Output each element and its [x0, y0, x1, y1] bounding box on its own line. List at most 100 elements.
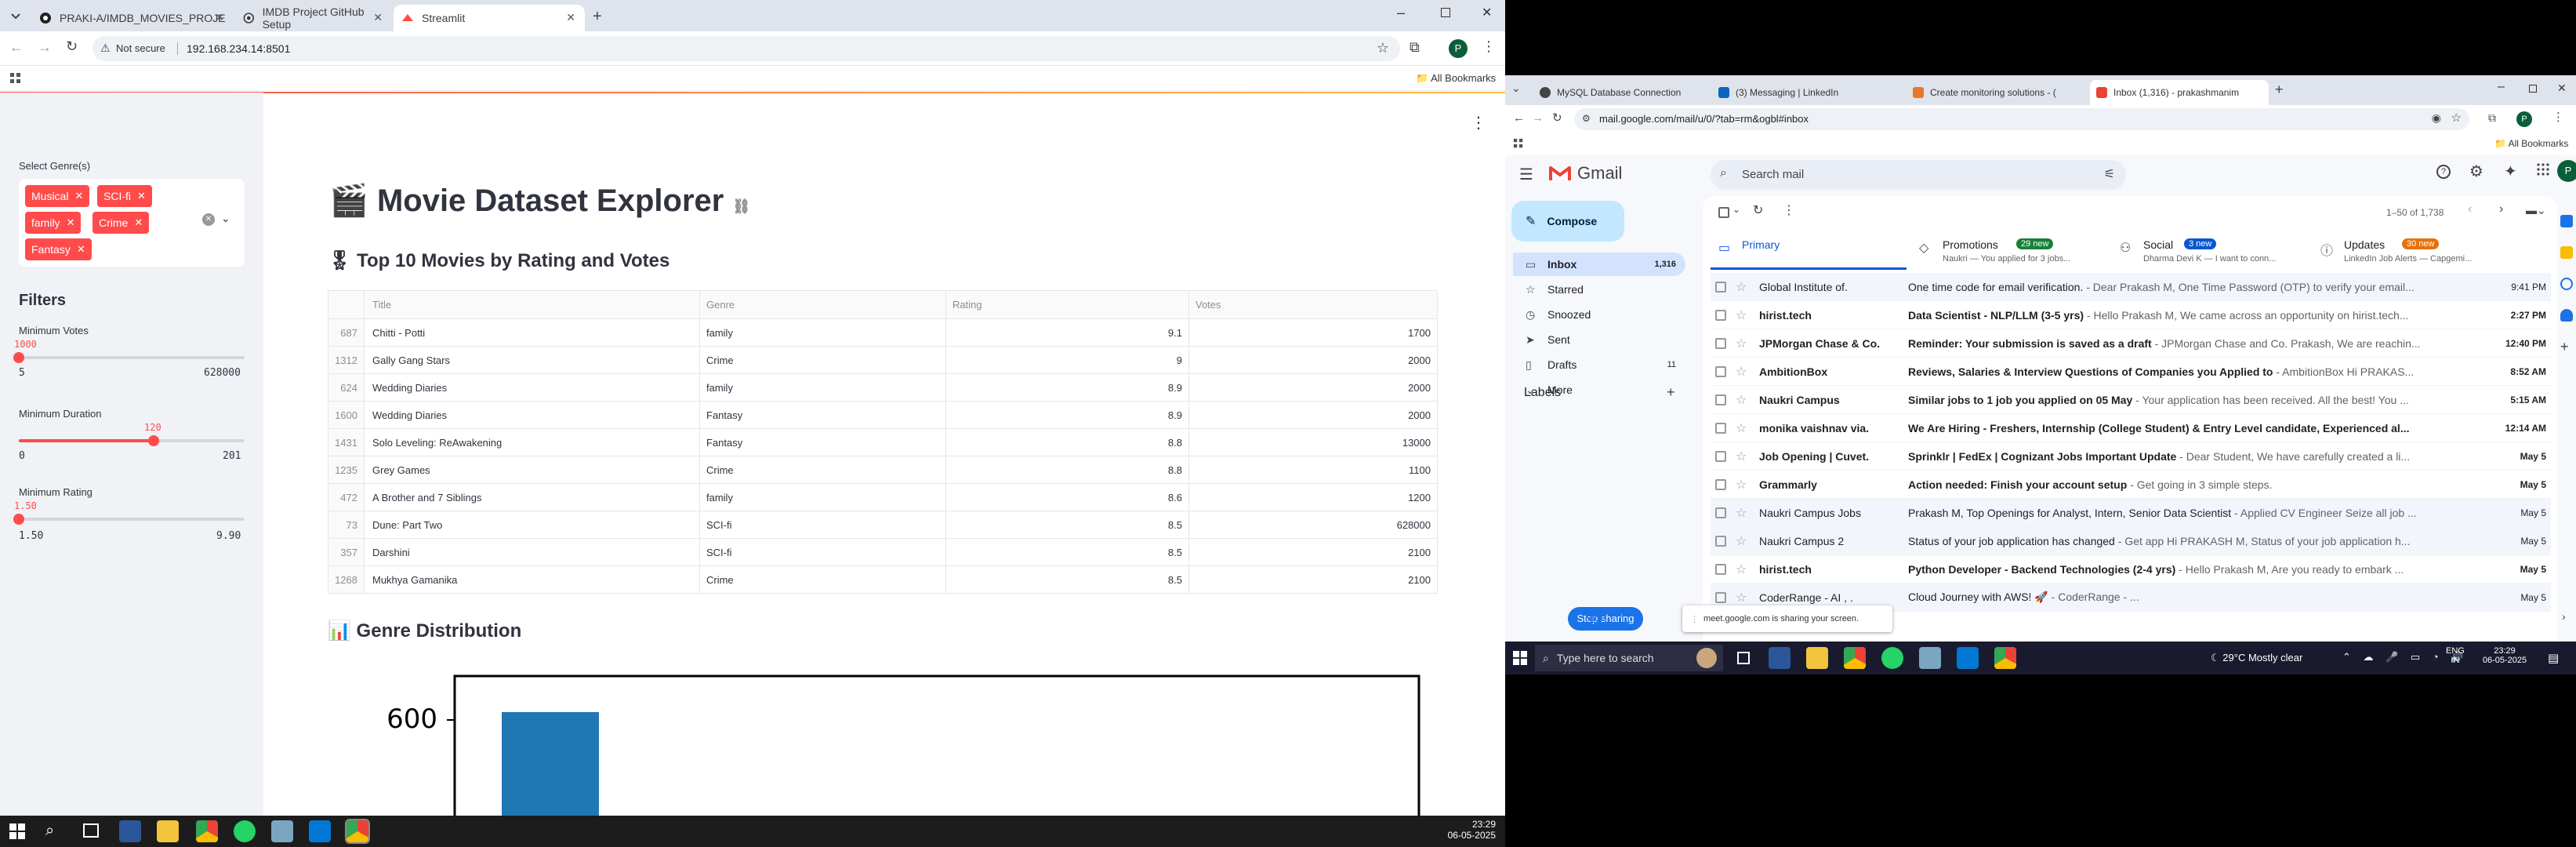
nav-snoozed[interactable]: ◷ Snoozed: [1513, 303, 1685, 326]
compose-button[interactable]: ✎ Compose: [1511, 201, 1624, 242]
genre-chip[interactable]: Fantasy ✕: [25, 238, 92, 260]
category-tab-social[interactable]: ⚇ Social 3 new Dharma Devi K — I want to co…: [2112, 234, 2308, 270]
star-icon[interactable]: ☆: [1736, 562, 1751, 577]
search-icon[interactable]: ⌕: [45, 822, 54, 840]
add-addon-icon[interactable]: +: [2560, 339, 2569, 355]
forward-icon[interactable]: →: [38, 39, 52, 56]
close-window-icon[interactable]: ✕: [2557, 82, 2567, 95]
clock[interactable]: 23:29 06-05-2025: [1417, 819, 1496, 841]
remove-chip-icon[interactable]: ✕: [137, 190, 146, 202]
email-row[interactable]: ☆ Grammarly Action needed: Finish your acc…: [1711, 471, 2551, 499]
email-checkbox[interactable]: [1715, 478, 1726, 490]
taskbar-search[interactable]: ⌕ Type here to search: [1535, 645, 1723, 671]
close-tab-icon[interactable]: ✕: [215, 11, 224, 24]
whatsapp-icon[interactable]: [1881, 647, 1903, 669]
contacts-icon[interactable]: [2560, 309, 2573, 322]
table-row[interactable]: 1312 Gally Gang Stars Crime 9 2000: [328, 346, 1437, 373]
menu-icon[interactable]: ⋮: [1482, 38, 1496, 55]
genre-chip[interactable]: family ✕: [25, 212, 82, 234]
app-menu-icon[interactable]: ⋮: [1471, 113, 1486, 133]
category-tab-primary[interactable]: ▭ Primary: [1711, 234, 1907, 270]
apps-icon[interactable]: [9, 72, 22, 85]
apps-icon[interactable]: [1513, 138, 1524, 149]
refresh-icon[interactable]: ↻: [1753, 202, 1763, 218]
minimize-icon[interactable]: –: [2498, 80, 2505, 94]
tab-search-icon[interactable]: ⌄: [1511, 82, 1521, 95]
gmail-logo[interactable]: Gmail: [1549, 163, 1622, 184]
help-icon[interactable]: ?: [2436, 165, 2451, 179]
menu-icon[interactable]: ⋮: [2552, 110, 2564, 124]
email-checkbox[interactable]: [1715, 365, 1726, 377]
browser-tab-active[interactable]: Inbox (1,316) - prakashmanim: [2090, 80, 2269, 105]
url-field[interactable]: ⚙ mail.google.com/mail/u/0/?tab=rm&ogbl#…: [1574, 108, 2469, 130]
table-row[interactable]: 357 Darshini SCI-fi 8.5 2100: [328, 538, 1437, 565]
email-row[interactable]: ☆ monika vaishnav via. We Are Hiring - Fre…: [1711, 414, 2551, 442]
email-checkbox[interactable]: [1715, 591, 1726, 603]
col-header[interactable]: Rating: [946, 291, 1189, 318]
chrome-active-icon[interactable]: [1994, 647, 2016, 669]
browser-tab[interactable]: Create monitoring solutions - (: [1907, 80, 2088, 105]
email-row[interactable]: ☆ AmbitionBox Reviews, Salaries & Intervie…: [1711, 358, 2551, 386]
genre-multiselect[interactable]: Musical ✕ SCI-fi ✕ family ✕ Crime ✕ Fantasy ✕…: [19, 179, 245, 267]
remove-chip-icon[interactable]: ✕: [67, 216, 75, 229]
account-avatar[interactable]: P: [2557, 160, 2576, 182]
new-tab-icon[interactable]: +: [2275, 82, 2284, 98]
share-handle-icon[interactable]: ⋮: [1690, 614, 1699, 624]
email-row[interactable]: ☆ Naukri Campus Jobs Prakash M, Top Openin…: [1711, 499, 2551, 527]
star-icon[interactable]: ☆: [1736, 590, 1751, 605]
reload-icon[interactable]: ↻: [1552, 111, 1562, 125]
profile-avatar[interactable]: P: [1449, 39, 1468, 58]
site-settings-icon[interactable]: ⚙: [1582, 113, 1591, 124]
browser-tab[interactable]: IMDB Project GitHub Setup ✕: [235, 5, 392, 31]
extensions-icon[interactable]: ⧉: [1410, 39, 1420, 56]
new-tab-icon[interactable]: +: [593, 8, 602, 26]
windows-start-icon[interactable]: [9, 823, 25, 839]
star-icon[interactable]: ☆: [1736, 420, 1751, 436]
tasks-icon[interactable]: [2560, 278, 2573, 290]
language[interactable]: ENG IN: [2446, 646, 2465, 665]
notifications-icon[interactable]: ▤: [2548, 651, 2559, 665]
app-icon[interactable]: [119, 820, 141, 842]
star-icon[interactable]: ☆: [1736, 364, 1751, 380]
calendar-icon[interactable]: [2560, 215, 2573, 227]
slider-thumb[interactable]: [148, 435, 159, 446]
link-icon[interactable]: ⛓: [732, 198, 750, 214]
email-row[interactable]: ☆ Job Opening | Cuvet. Sprinklr | FedEx | …: [1711, 442, 2551, 471]
nav-inbox[interactable]: ▭ Inbox 1,316: [1513, 253, 1685, 276]
slider-thumb[interactable]: [13, 514, 24, 525]
app-icon[interactable]: [1769, 647, 1791, 669]
browser-tab[interactable]: MySQL Database Connection: [1533, 80, 1711, 105]
task-view-icon[interactable]: [83, 823, 99, 838]
nav-drafts[interactable]: ▯ Drafts 11: [1513, 353, 1685, 376]
chevron-down-icon[interactable]: ⌄: [1732, 204, 1740, 215]
email-checkbox[interactable]: [1715, 535, 1726, 547]
back-icon[interactable]: ←: [9, 39, 24, 56]
min-rating-slider[interactable]: [13, 514, 245, 525]
email-checkbox[interactable]: [1715, 394, 1726, 405]
weather[interactable]: ☾ 29°C Mostly clear: [2211, 652, 2302, 664]
close-tab-icon[interactable]: ✕: [566, 11, 575, 24]
vscode-icon[interactable]: [309, 820, 331, 842]
restore-icon[interactable]: [2529, 85, 2537, 93]
email-row[interactable]: ☆ Naukri Campus 2 Status of your job appli…: [1711, 527, 2551, 555]
clear-all-icon[interactable]: ✕: [202, 213, 215, 226]
email-checkbox[interactable]: [1715, 563, 1726, 575]
prev-page-icon[interactable]: ‹: [2468, 202, 2472, 216]
min-duration-slider[interactable]: [19, 435, 245, 446]
genre-chip[interactable]: Crime ✕: [93, 212, 150, 234]
back-icon[interactable]: ←: [1513, 111, 1525, 125]
browser-tab-active[interactable]: Streamlit ✕: [394, 5, 585, 31]
chrome-active-icon[interactable]: [345, 819, 370, 844]
col-header[interactable]: Title: [365, 291, 700, 318]
filter-icon[interactable]: ⚟: [2104, 166, 2115, 182]
star-icon[interactable]: ☆: [1736, 392, 1751, 408]
star-icon[interactable]: ☆: [1736, 533, 1751, 549]
tab-search-icon[interactable]: [8, 8, 24, 24]
email-checkbox[interactable]: [1715, 507, 1726, 518]
movies-table[interactable]: Title Genre Rating Votes 687 Chitti - Pot…: [328, 290, 1438, 594]
apps-grid-icon[interactable]: [2537, 163, 2549, 176]
genre-chip[interactable]: SCI-fi ✕: [97, 185, 152, 207]
remove-chip-icon[interactable]: ✕: [74, 190, 83, 202]
table-row[interactable]: 1235 Grey Games Crime 8.8 1100: [328, 456, 1437, 483]
email-row[interactable]: ☆ Global Institute of. One time code for e…: [1711, 273, 2551, 301]
